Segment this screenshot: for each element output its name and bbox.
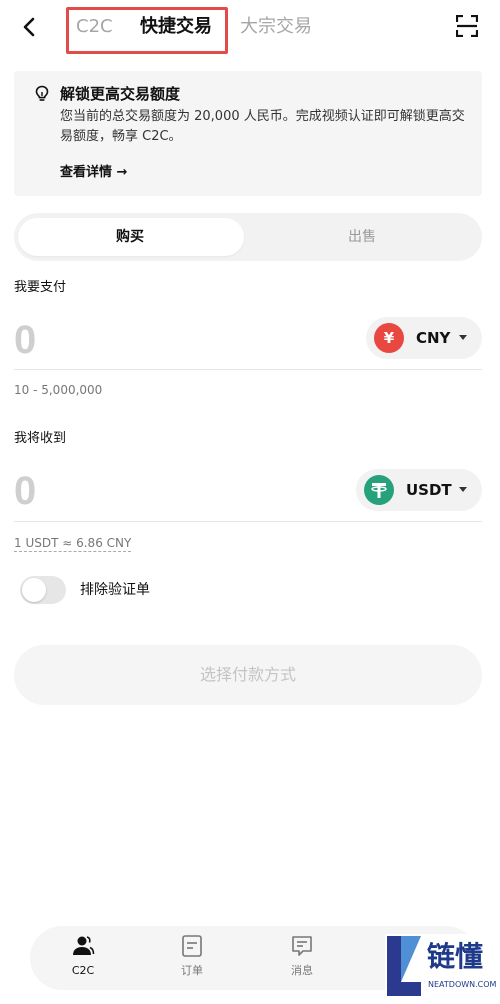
chevron-down-icon bbox=[459, 335, 467, 340]
pay-currency-code: CNY bbox=[416, 329, 451, 347]
lightbulb-icon bbox=[35, 85, 49, 101]
scan-icon[interactable] bbox=[456, 15, 478, 37]
banner-title: 解锁更高交易额度 bbox=[60, 85, 181, 103]
receive-currency-code: USDT bbox=[406, 481, 452, 499]
receive-amount-input[interactable]: 0 bbox=[14, 469, 36, 513]
toggle-knob bbox=[22, 578, 46, 602]
order-icon bbox=[182, 935, 202, 957]
nav-label-messages: 消息 bbox=[291, 964, 313, 977]
usdt-icon bbox=[364, 475, 394, 505]
tab-c2c[interactable]: C2C bbox=[76, 15, 113, 39]
tab-buy[interactable]: 购买 bbox=[116, 227, 144, 247]
pay-label: 我要支付 bbox=[14, 280, 67, 295]
user-icon bbox=[73, 936, 95, 955]
top-bar: C2C 快捷交易 大宗交易 bbox=[0, 0, 500, 56]
view-details-link[interactable]: 查看详情 → bbox=[60, 163, 127, 183]
watermark-logo: 链懂 NEATDOWN.COM bbox=[385, 934, 497, 1000]
exclude-verified-label: 排除验证单 bbox=[80, 582, 150, 598]
tether-icon bbox=[371, 483, 387, 498]
exclude-verified-toggle[interactable] bbox=[20, 576, 66, 604]
nav-label-c2c: C2C bbox=[71, 964, 95, 977]
logo-mark bbox=[387, 982, 421, 996]
divider bbox=[14, 369, 482, 370]
back-arrow-icon[interactable] bbox=[18, 14, 42, 40]
pay-currency-selector[interactable]: ¥ CNY bbox=[366, 317, 482, 359]
select-payment-method-label: 选择付款方式 bbox=[199, 665, 296, 684]
nav-item-c2c[interactable]: C2C bbox=[38, 926, 128, 990]
nav-item-orders[interactable]: 订单 bbox=[147, 926, 237, 990]
logo-mark bbox=[401, 936, 421, 982]
message-icon bbox=[292, 936, 312, 956]
pay-range-hint: 10 - 5,000,000 bbox=[14, 383, 103, 397]
receive-currency-selector[interactable]: USDT bbox=[356, 469, 482, 511]
watermark-text: 链懂 bbox=[427, 940, 484, 973]
receive-label: 我将收到 bbox=[14, 431, 67, 446]
nav-item-messages[interactable]: 消息 bbox=[257, 926, 347, 990]
pay-amount-input[interactable]: 0 bbox=[14, 318, 36, 362]
tab-sell[interactable]: 出售 bbox=[348, 227, 376, 247]
buy-sell-switch: 购买 出售 bbox=[14, 213, 482, 261]
select-payment-method-button[interactable]: 选择付款方式 bbox=[14, 645, 482, 705]
chevron-down-icon bbox=[459, 487, 467, 492]
exchange-rate[interactable]: 1 USDT ≈ 6.86 CNY bbox=[14, 535, 132, 552]
banner-text: 您当前的总交易额度为 20,000 人民币。完成视频认证即可解锁更高交易额度，畅… bbox=[60, 109, 465, 144]
watermark-subtext: NEATDOWN.COM bbox=[428, 980, 497, 989]
cny-icon: ¥ bbox=[374, 323, 404, 353]
limit-banner: 解锁更高交易额度 您当前的总交易额度为 20,000 人民币。完成视频认证即可解… bbox=[14, 71, 482, 196]
nav-label-orders: 订单 bbox=[181, 964, 203, 977]
divider bbox=[14, 521, 482, 522]
tab-block-trade[interactable]: 大宗交易 bbox=[240, 15, 312, 39]
tab-quick-trade[interactable]: 快捷交易 bbox=[140, 15, 212, 39]
